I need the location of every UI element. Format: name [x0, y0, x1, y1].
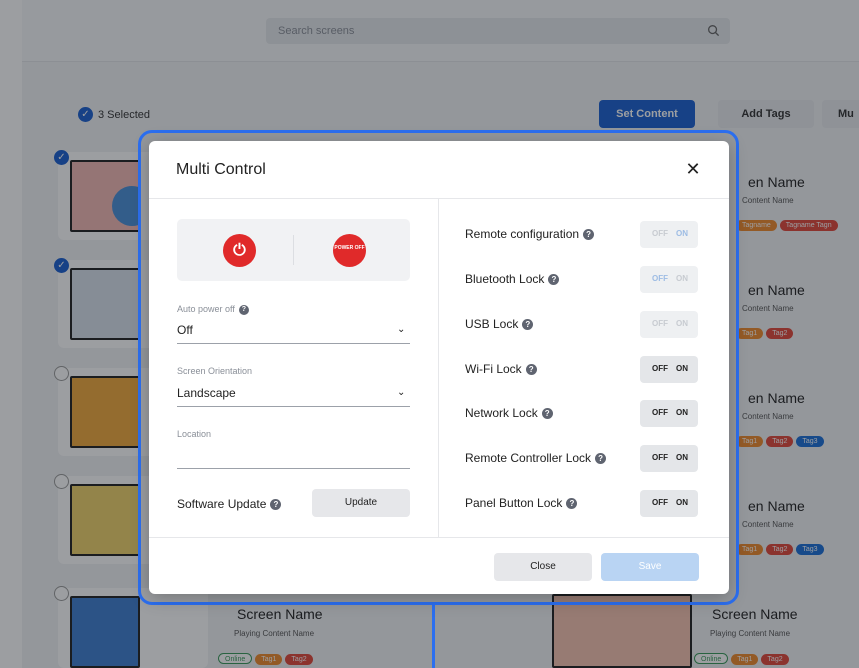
divider — [149, 198, 729, 199]
info-icon[interactable]: ? — [548, 274, 560, 286]
chevron-down-icon[interactable]: ⌄ — [397, 387, 405, 398]
close-icon[interactable]: ✕ — [683, 159, 703, 179]
info-icon[interactable]: ? — [270, 499, 282, 511]
location-label: Location — [177, 429, 212, 439]
power-off-button[interactable]: POWER OFF — [333, 234, 366, 267]
screen-orientation-label: Screen Orientation — [177, 366, 253, 376]
info-icon[interactable]: ? — [238, 304, 249, 315]
info-icon[interactable]: ? — [525, 364, 537, 376]
remote-configuration-toggle[interactable]: OFF ON — [640, 221, 698, 248]
info-icon[interactable]: ? — [583, 229, 595, 241]
auto-power-off-label: Auto power off? — [177, 304, 249, 315]
highlight-connector — [432, 603, 435, 668]
screen-orientation-value[interactable]: Landscape — [177, 386, 236, 400]
chevron-down-icon[interactable]: ⌄ — [397, 324, 405, 335]
info-icon[interactable]: ? — [541, 408, 553, 420]
panel-button-lock-toggle[interactable]: OFF ON — [640, 490, 698, 517]
divider — [149, 537, 729, 538]
software-update-label: Software Update? — [177, 497, 282, 511]
divider — [438, 198, 439, 537]
wifi-lock-toggle[interactable]: OFF ON — [640, 356, 698, 383]
update-button[interactable]: Update — [312, 489, 410, 517]
close-button[interactable]: Close — [494, 553, 592, 581]
power-icon: ⏻ — [233, 242, 246, 259]
dialog-title: Multi Control — [176, 161, 266, 178]
power-panel: ⏻ POWER OFF — [177, 219, 410, 281]
remote-controller-lock-label: Remote Controller Lock? — [465, 451, 607, 465]
remote-controller-lock-toggle[interactable]: OFF ON — [640, 445, 698, 472]
divider — [293, 235, 294, 265]
bluetooth-lock-toggle[interactable]: OFF ON — [640, 266, 698, 293]
multi-control-dialog: Multi Control ✕ ⏻ POWER OFF Auto power o… — [149, 141, 729, 594]
panel-button-lock-label: Panel Button Lock? — [465, 496, 578, 510]
usb-lock-toggle[interactable]: OFF ON — [640, 311, 698, 338]
info-icon[interactable]: ? — [595, 453, 607, 465]
wifi-lock-label: Wi-Fi Lock? — [465, 362, 537, 376]
power-off-label: POWER OFF — [334, 245, 365, 251]
network-lock-toggle[interactable]: OFF ON — [640, 400, 698, 427]
save-button[interactable]: Save — [601, 553, 699, 581]
usb-lock-label: USB Lock? — [465, 317, 534, 331]
bluetooth-lock-label: Bluetooth Lock? — [465, 272, 560, 286]
power-on-button[interactable]: ⏻ — [223, 234, 256, 267]
remote-configuration-label: Remote configuration? — [465, 227, 595, 241]
info-icon[interactable]: ? — [566, 498, 578, 510]
info-icon[interactable]: ? — [522, 319, 534, 331]
network-lock-label: Network Lock? — [465, 406, 553, 420]
field-underline — [177, 406, 410, 407]
auto-power-off-value[interactable]: Off — [177, 323, 193, 337]
location-input[interactable] — [177, 468, 410, 469]
field-underline — [177, 343, 410, 344]
